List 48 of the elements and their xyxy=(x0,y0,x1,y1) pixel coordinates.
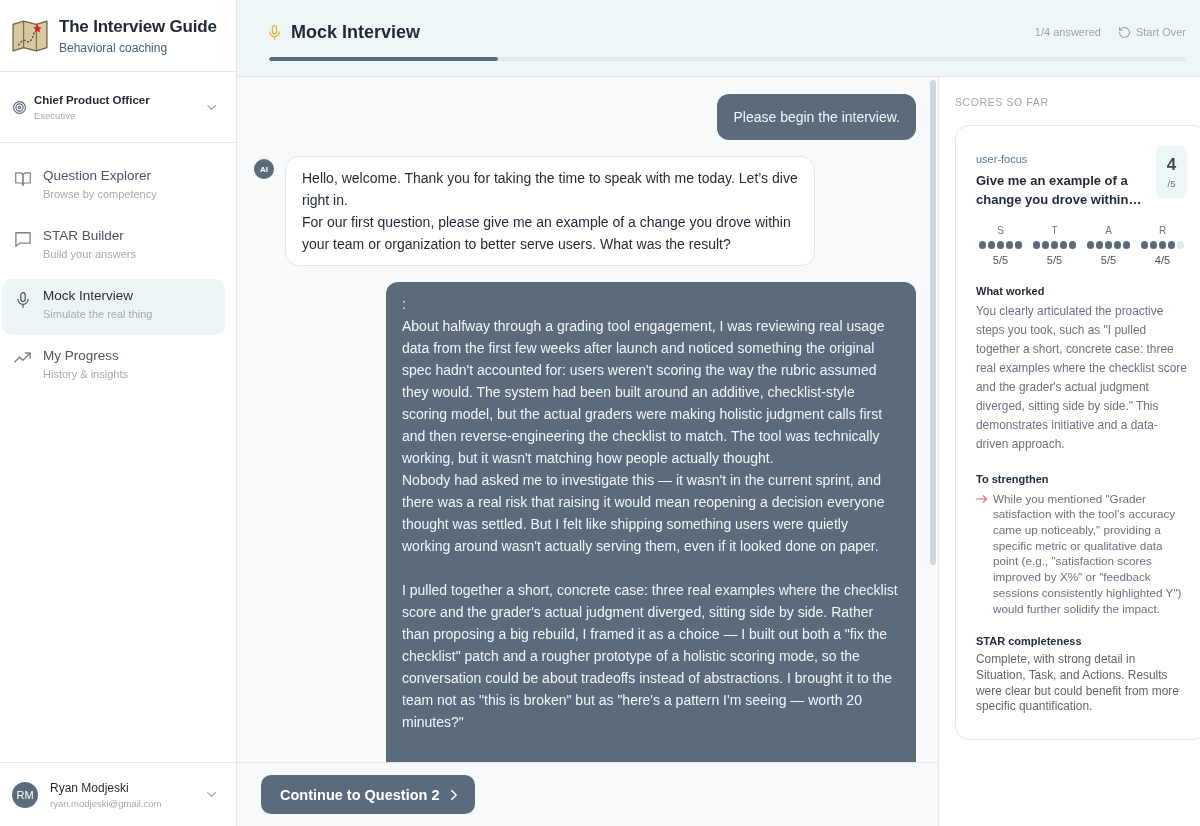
star-score: 5/5 xyxy=(1046,253,1063,266)
star-score: 5/5 xyxy=(1100,253,1117,266)
app-title: The Interview Guide xyxy=(59,16,217,37)
page-title: Mock Interview xyxy=(291,21,421,43)
question-title: Give me an example of a change you drove within… xyxy=(976,172,1143,209)
star-score: 5/5 xyxy=(992,253,1009,266)
user-message: Please begin the interview. xyxy=(717,94,916,140)
role-selector[interactable]: Chief Product Officer Executive xyxy=(0,72,236,143)
suggestion-text: While you mentioned "Grader satisfaction with the tool's accuracy came up noticeably," providing a specific metric or qualitative data point (e.g., "satisfaction scores improved by X%" or "feedback sessions consistently highlighted Y") would further solidify the impact. xyxy=(993,490,1183,617)
user-message: : About halfway through a grading tool engagement, I was reviewing real usage data from the first few weeks after launch and noticed something the original spec hadn't accounted for: users weren't scoring the way the rubric assumed they would. The system had been built around an additive, checklist-style scoring model, but the actual graders were making holistic judgment calls first and then reverse-engineering the checklist to match. The tool was technically working, but it wasn't matching how people actually thought. Nobody had asked me to investigate this — it wasn't in the current sprint, and there was a real risk that raising it would mean reopening a decision everyone thought was settled. But I felt like shipping something users were quietly working around wasn't actually serving them, even if it looked done on paper. I pulled together a short, concrete case: three real examples where the checklist score and the grader's actual judgment diverged, sitting side by side. Rather than proposing a big rebuild, I framed it as a choice — I built out both a "fix the checklist" patch and a rougher prototype of a holistic scoring mode, so the conversation could be about tradeoffs instead of abstractions. I brought it to the team not as "this is broken" but as "here's a pattern I'm seeing — worth 20 minutes?" xyxy=(386,282,916,762)
chevron-down-icon xyxy=(207,104,216,110)
score-value: 4 xyxy=(1166,155,1177,175)
section-heading: What worked xyxy=(976,284,1046,297)
star-letter: A xyxy=(1105,225,1112,236)
star-letter: R xyxy=(1158,225,1167,236)
continue-button[interactable]: Continue to Question 2 xyxy=(261,775,475,814)
refresh-icon xyxy=(1118,26,1130,38)
nav-item[interactable]: Question Explorer Browse by competency xyxy=(2,159,225,215)
microphone-icon xyxy=(269,24,280,40)
account-menu[interactable]: RM Ryan Modjeski ryan.modjeski@gmail.com xyxy=(0,762,236,826)
nav-item[interactable]: Mock Interview Simulate the real thing xyxy=(2,279,225,335)
chevron-right-icon xyxy=(450,789,457,800)
assistant-message: Hello, welcome. Thank you for taking the time to speak with me today. Let’s dive right in. For our first question, please give me an example of a change you drove within your team or organization to better serve users. What was the result? xyxy=(285,156,815,266)
chevron-down-icon xyxy=(207,792,216,797)
chat-bubble-icon xyxy=(14,232,31,247)
microphone-icon xyxy=(16,292,29,308)
trend-up-icon xyxy=(14,352,31,363)
answered-count: 1/4 answered xyxy=(1034,26,1101,38)
nav-item[interactable]: STAR Builder Build your answers xyxy=(2,219,225,275)
avatar: RM xyxy=(12,781,38,808)
map-icon xyxy=(12,19,48,52)
score-max: /5 xyxy=(1167,178,1176,189)
feedback-text: Complete, with strong detail in Situation, Task, and Actions. Results were clear but could benefit from more specific quantification. xyxy=(976,652,1180,716)
app-subtitle: Behavioral coaching xyxy=(59,40,169,55)
book-icon xyxy=(14,172,31,186)
nav-item[interactable]: My Progress History & insights xyxy=(2,339,225,395)
section-heading: To strengthen xyxy=(976,472,1050,485)
star-score: 4/5 xyxy=(1154,253,1171,266)
assistant-avatar: AI xyxy=(254,159,274,179)
feedback-text: You clearly articulated the proactive steps you took, such as "I pulled together a short, concrete case: three real examples where the checklist score and the grader's actual judgment diverged, sitting side by side." This demonstrates initiative and a data-driven approach. xyxy=(976,302,1187,453)
star-letter: T xyxy=(1051,225,1058,236)
scrollbar-thumb[interactable] xyxy=(930,80,936,565)
target-icon xyxy=(13,100,26,114)
arrow-icon xyxy=(976,494,987,503)
panel-heading: SCORES SO FAR xyxy=(955,96,1050,108)
star-letter: S xyxy=(997,225,1004,236)
section-heading: STAR completeness xyxy=(976,635,1083,648)
competency-tag: user-focus xyxy=(976,153,1146,165)
